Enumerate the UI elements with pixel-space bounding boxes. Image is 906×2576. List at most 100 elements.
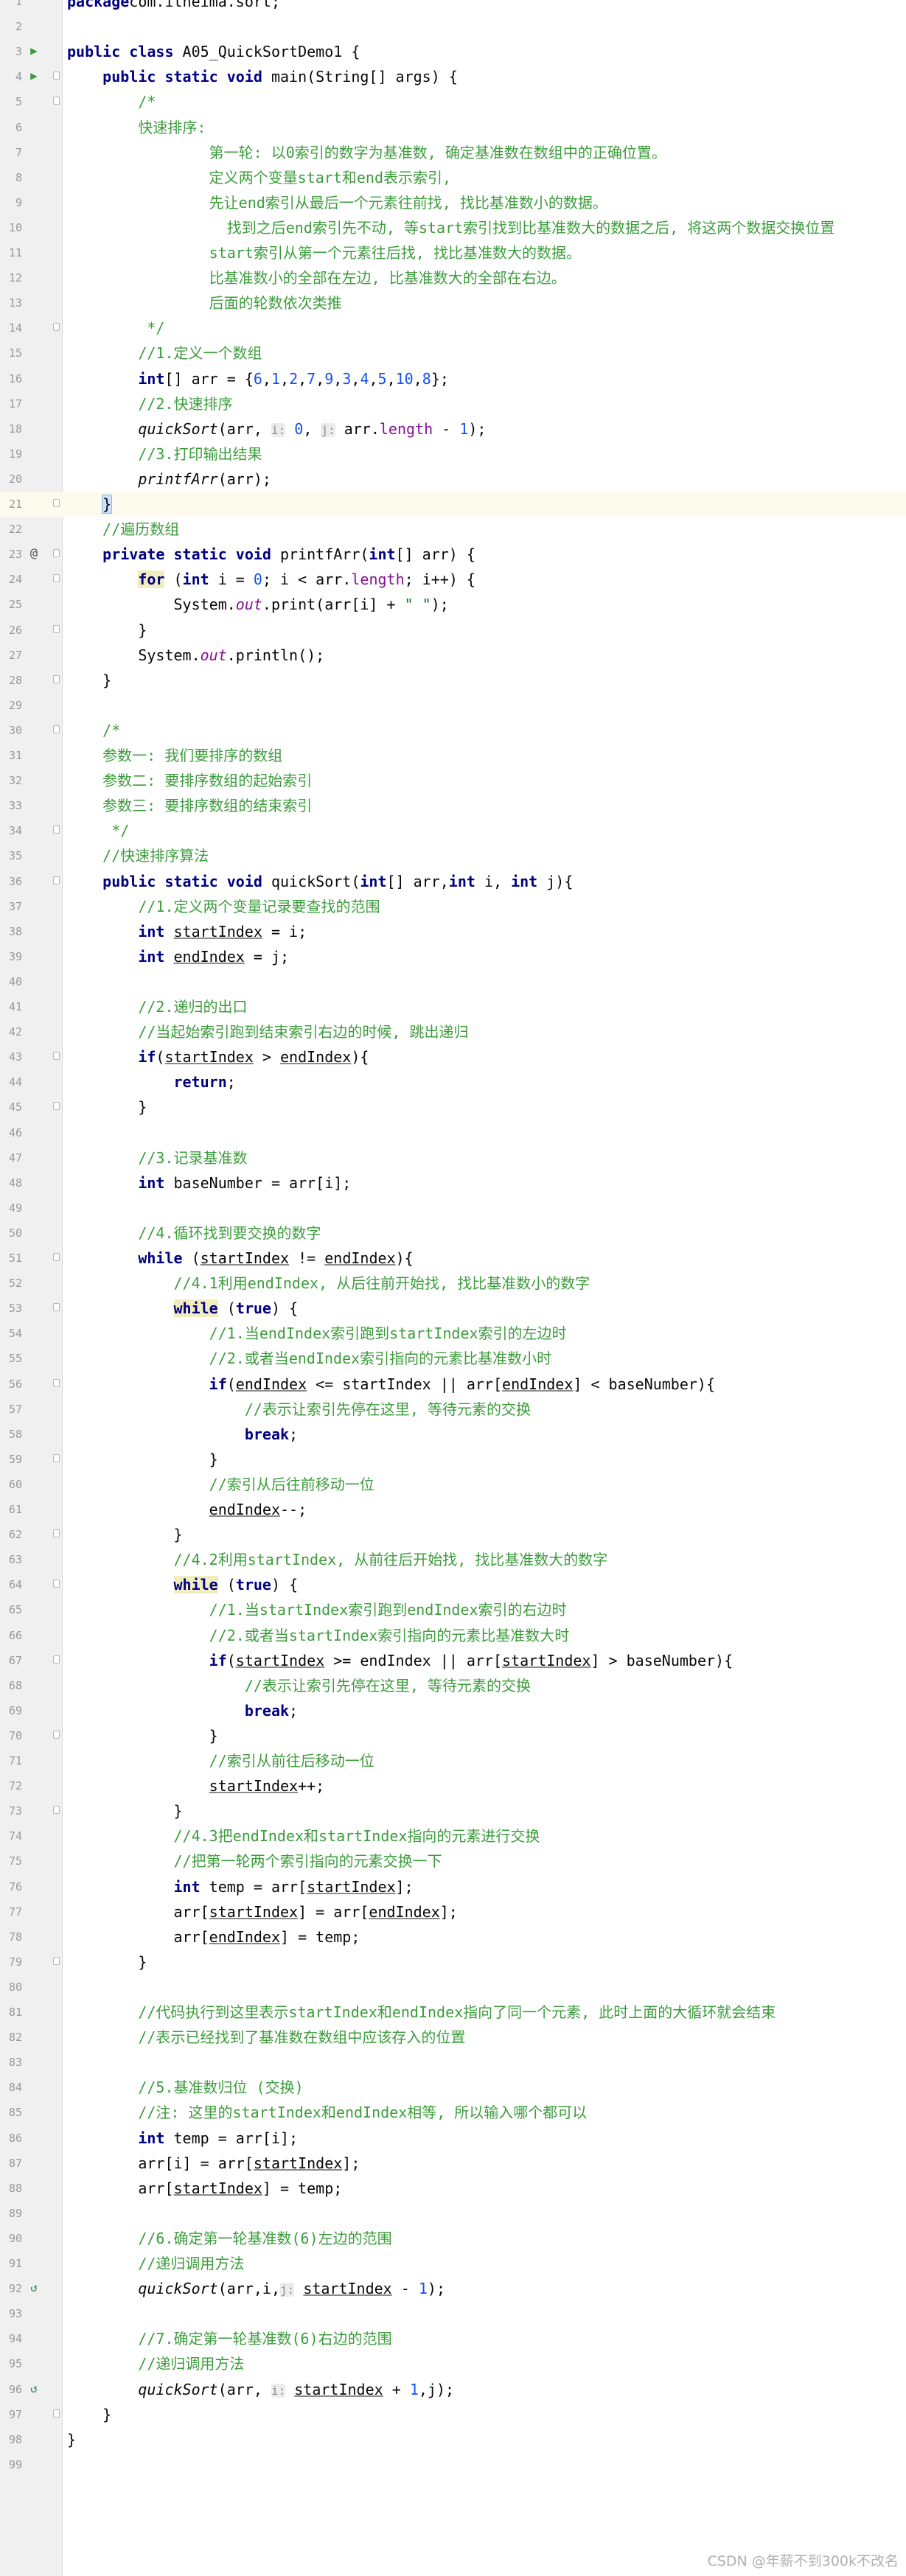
code-line[interactable]: 95 //递归调用方法 [0, 2351, 906, 2376]
code-line[interactable]: 82 //表示已经找到了基准数在数组中应该存入的位置 [0, 2025, 906, 2050]
code-line[interactable]: 60 //索引从后往前移动一位 [0, 1472, 906, 1497]
code-line[interactable]: 51 while (startIndex != endIndex){ [0, 1246, 906, 1271]
fold-marker-icon[interactable] [53, 499, 60, 507]
code-line[interactable]: 27 System.out.println(); [0, 643, 906, 668]
code-line[interactable]: 80 [0, 1975, 906, 2000]
code-line[interactable]: 12 比基准数小的全部在左边, 比基准数大的全部在右边。 [0, 265, 906, 290]
code-line[interactable]: 31 参数一: 我们要排序的数组 [0, 743, 906, 768]
code-line[interactable]: 55 //2.或者当endIndex索引指向的元素比基准数小时 [0, 1346, 906, 1371]
fold-marker-icon[interactable] [53, 71, 60, 80]
code-line[interactable]: 8 定义两个变量start和end表示索引, [0, 165, 906, 190]
code-line[interactable]: 4 ▶ public static void main(String[] args… [0, 64, 906, 89]
code-line[interactable]: 67 if(startIndex >= endIndex || arr[star… [0, 1648, 906, 1673]
code-line[interactable]: 7 第一轮: 以0索引的数字为基准数, 确定基准数在数组中的正确位置。 [0, 140, 906, 165]
code-line[interactable]: 88 arr[startIndex] = temp; [0, 2176, 906, 2201]
code-line[interactable]: 20 printfArr(arr); [0, 467, 906, 492]
code-line[interactable]: 85 //注: 这里的startIndex和endIndex相等, 所以输入哪个… [0, 2100, 906, 2125]
code-line[interactable]: 44 return; [0, 1069, 906, 1095]
code-line[interactable]: 57 //表示让索引先停在这里, 等待元素的交换 [0, 1397, 906, 1422]
code-line[interactable]: 93 [0, 2301, 906, 2326]
code-line[interactable]: 21 } [0, 492, 906, 517]
fold-marker-icon[interactable] [53, 1378, 60, 1387]
fold-marker-icon[interactable] [53, 1580, 60, 1588]
fold-marker-icon[interactable] [53, 1806, 60, 1815]
code-line[interactable]: 84 //5.基准数归位 (交换) [0, 2075, 906, 2100]
code-line[interactable]: 41 //2.递归的出口 [0, 994, 906, 1019]
fold-marker-icon[interactable] [53, 549, 60, 558]
code-line[interactable]: 64 while (true) { [0, 1572, 906, 1597]
code-line[interactable]: 56 if(endIndex <= startIndex || arr[endI… [0, 1372, 906, 1397]
code-line[interactable]: 32 参数二: 要排序数组的起始索引 [0, 768, 906, 793]
fold-marker-icon[interactable] [53, 1529, 60, 1538]
code-line[interactable]: 61 endIndex--; [0, 1497, 906, 1522]
code-line[interactable]: 52 //4.1利用endIndex, 从后往前开始找, 找比基准数小的数字 [0, 1271, 906, 1296]
code-line[interactable]: 38 int startIndex = i; [0, 919, 906, 944]
code-line[interactable]: 48 int baseNumber = arr[i]; [0, 1170, 906, 1195]
code-line[interactable]: 50 //4.循环找到要交换的数字 [0, 1221, 906, 1246]
code-line[interactable]: 5 /* [0, 89, 906, 114]
code-line[interactable]: 73 } [0, 1798, 906, 1823]
code-line[interactable]: 65 //1.当startIndex索引跑到endIndex索引的右边时 [0, 1597, 906, 1622]
code-line[interactable]: 63 //4.2利用startIndex, 从前往后开始找, 找比基准数大的数字 [0, 1547, 906, 1572]
code-line[interactable]: 14 */ [0, 315, 906, 341]
code-line[interactable]: 39 int endIndex = j; [0, 944, 906, 969]
code-line[interactable]: 87 arr[i] = arr[startIndex]; [0, 2151, 906, 2176]
code-line[interactable]: 68 //表示让索引先停在这里, 等待元素的交换 [0, 1673, 906, 1698]
code-line[interactable]: 90 //6.确定第一轮基准数(6)左边的范围 [0, 2226, 906, 2251]
fold-marker-icon[interactable] [53, 1655, 60, 1664]
run-arrow-icon[interactable]: ▶ [28, 44, 40, 57]
code-line[interactable]: 79 } [0, 1950, 906, 1975]
code-line[interactable]: 70 } [0, 1723, 906, 1748]
fold-marker-icon[interactable] [53, 1453, 60, 1462]
code-line[interactable]: 78 arr[endIndex] = temp; [0, 1924, 906, 1950]
code-line[interactable]: 35 //快速排序算法 [0, 843, 906, 868]
code-line[interactable]: 1 packagecom.itheima.sort; [0, 0, 906, 14]
code-line[interactable]: 2 [0, 14, 906, 39]
code-line[interactable]: 3 ▶ public class A05_QuickSortDemo1 { [0, 39, 906, 64]
code-line[interactable]: 36 public static void quickSort(int[] ar… [0, 869, 906, 894]
code-line[interactable]: 6 快速排序: [0, 115, 906, 140]
code-line[interactable]: 37 //1.定义两个变量记录要查找的范围 [0, 894, 906, 919]
code-line[interactable]: 72 startIndex++; [0, 1773, 906, 1798]
code-line[interactable]: 75 //把第一轮两个索引指向的元素交换一下 [0, 1849, 906, 1874]
code-line[interactable]: 19 //3.打印输出结果 [0, 441, 906, 467]
fold-marker-icon[interactable] [53, 1303, 60, 1312]
code-line[interactable]: 91 //递归调用方法 [0, 2251, 906, 2276]
code-line[interactable]: 33 参数三: 要排序数组的结束索引 [0, 793, 906, 818]
fold-marker-icon[interactable] [53, 574, 60, 583]
code-line[interactable]: 71 //索引从前往后移动一位 [0, 1748, 906, 1773]
code-line[interactable]: 69 break; [0, 1698, 906, 1723]
fold-marker-icon[interactable] [53, 624, 60, 633]
code-line[interactable]: 10 找到之后end索引先不动, 等start索引找到比基准数大的数据之后, 将… [0, 215, 906, 240]
code-area[interactable]: 1 packagecom.itheima.sort; 2 3 ▶ public class… [0, 0, 906, 2576]
code-line[interactable]: 17 //2.快速排序 [0, 391, 906, 416]
fold-marker-icon[interactable] [53, 725, 60, 733]
code-line[interactable]: 99 [0, 2452, 906, 2477]
code-line[interactable]: 92 ↺ quickSort(arr,i,j: startIndex - 1); [0, 2276, 906, 2301]
code-line[interactable]: 13 后面的轮数依次类推 [0, 290, 906, 315]
code-line[interactable]: 76 int temp = arr[startIndex]; [0, 1874, 906, 1899]
fold-marker-icon[interactable] [53, 323, 60, 332]
code-line[interactable]: 62 } [0, 1522, 906, 1547]
code-line[interactable]: 47 //3.记录基准数 [0, 1145, 906, 1170]
code-line[interactable]: 96 ↺ quickSort(arr, i: startIndex + 1,j); [0, 2377, 906, 2402]
code-line[interactable]: 58 break; [0, 1422, 906, 1447]
fold-marker-icon[interactable] [53, 1102, 60, 1111]
code-line[interactable]: 26 } [0, 618, 906, 643]
code-line[interactable]: 66 //2.或者当startIndex索引指向的元素比基准数大时 [0, 1623, 906, 1648]
code-line[interactable]: 25 System.out.print(arr[i] + " "); [0, 592, 906, 617]
fold-marker-icon[interactable] [53, 1253, 60, 1261]
code-line[interactable]: 77 arr[startIndex] = arr[endIndex]; [0, 1899, 906, 1924]
code-line[interactable]: 40 [0, 969, 906, 994]
code-line[interactable]: 24 for (int i = 0; i < arr.length; i++) … [0, 567, 906, 592]
code-line[interactable]: 97 } [0, 2402, 906, 2427]
code-line[interactable]: 22 //遍历数组 [0, 517, 906, 542]
code-line[interactable]: 59 } [0, 1447, 906, 1472]
code-line[interactable]: 53 while (true) { [0, 1296, 906, 1321]
code-line[interactable]: 42 //当起始索引跑到结束索引右边的时候, 跳出递归 [0, 1019, 906, 1044]
fold-marker-icon[interactable] [53, 1956, 60, 1965]
code-line[interactable]: 46 [0, 1120, 906, 1145]
code-line[interactable]: 45 } [0, 1095, 906, 1120]
code-line[interactable]: 89 [0, 2201, 906, 2226]
code-line[interactable]: 83 [0, 2050, 906, 2075]
